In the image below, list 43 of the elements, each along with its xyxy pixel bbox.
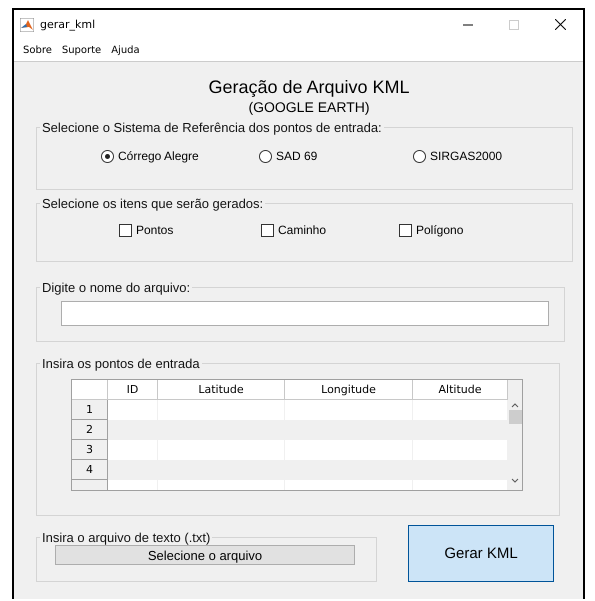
- scroll-down-icon[interactable]: [511, 478, 519, 484]
- column-header[interactable]: Longitude: [285, 380, 413, 400]
- main-title: Geração de Arquivo KML: [207, 76, 411, 98]
- checkbox-icon[interactable]: [119, 224, 132, 236]
- row-header: 4: [72, 460, 108, 480]
- panel-title: Insira o arquivo de texto (.txt): [41, 530, 212, 545]
- panel-title: Insira os pontos de entrada: [41, 356, 201, 371]
- column-header[interactable]: ID: [108, 380, 158, 400]
- scrollbar-thumb[interactable]: [508, 410, 522, 424]
- checkbox-icon[interactable]: [399, 224, 412, 236]
- file-name-field[interactable]: [61, 301, 549, 326]
- menu-item[interactable]: Sobre: [18, 44, 57, 56]
- row-header: 2: [72, 420, 108, 440]
- subtitle: (GOOGLE EARTH): [247, 98, 371, 116]
- radio-icon[interactable]: [259, 150, 272, 162]
- close-icon: [554, 19, 566, 30]
- maximize-icon: [509, 20, 519, 30]
- menu-item[interactable]: Ajuda: [106, 44, 145, 56]
- radio-icon[interactable]: [101, 150, 114, 162]
- scroll-up-icon[interactable]: [511, 402, 519, 408]
- menu-item[interactable]: Suporte: [56, 44, 106, 56]
- panel-title: Digite o nome do arquivo:: [41, 280, 192, 295]
- select-file-button[interactable]: Selecione o arquivo: [55, 545, 355, 565]
- panel-title: Selecione o Sistema de Referência dos pontos de entrada:: [41, 120, 383, 135]
- row-header: 3: [72, 440, 108, 460]
- radio-option[interactable]: SAD 69: [259, 149, 413, 163]
- column-header[interactable]: Altitude: [413, 380, 508, 400]
- radio-option[interactable]: SIRGAS2000: [413, 149, 563, 163]
- table-row[interactable]: 3: [72, 440, 508, 460]
- table-corner: [72, 380, 108, 400]
- generate-kml-button[interactable]: Gerar KML: [408, 525, 554, 582]
- checkbox-icon[interactable]: [261, 224, 274, 236]
- radio-icon[interactable]: [413, 150, 426, 162]
- checkbox-option[interactable]: Polígono: [399, 223, 539, 237]
- column-header[interactable]: Latitude: [158, 380, 285, 400]
- app-logo-icon: [20, 18, 34, 32]
- checkbox-option[interactable]: Pontos: [119, 223, 261, 237]
- window-title: gerar_kml: [40, 18, 96, 31]
- panel-title: Selecione os itens que serão gerados:: [41, 196, 264, 211]
- table-row[interactable]: 1: [72, 400, 508, 420]
- radio-option[interactable]: Córrego Alegre: [101, 149, 259, 163]
- row-header: 1: [72, 400, 108, 420]
- checkbox-option[interactable]: Caminho: [261, 223, 399, 237]
